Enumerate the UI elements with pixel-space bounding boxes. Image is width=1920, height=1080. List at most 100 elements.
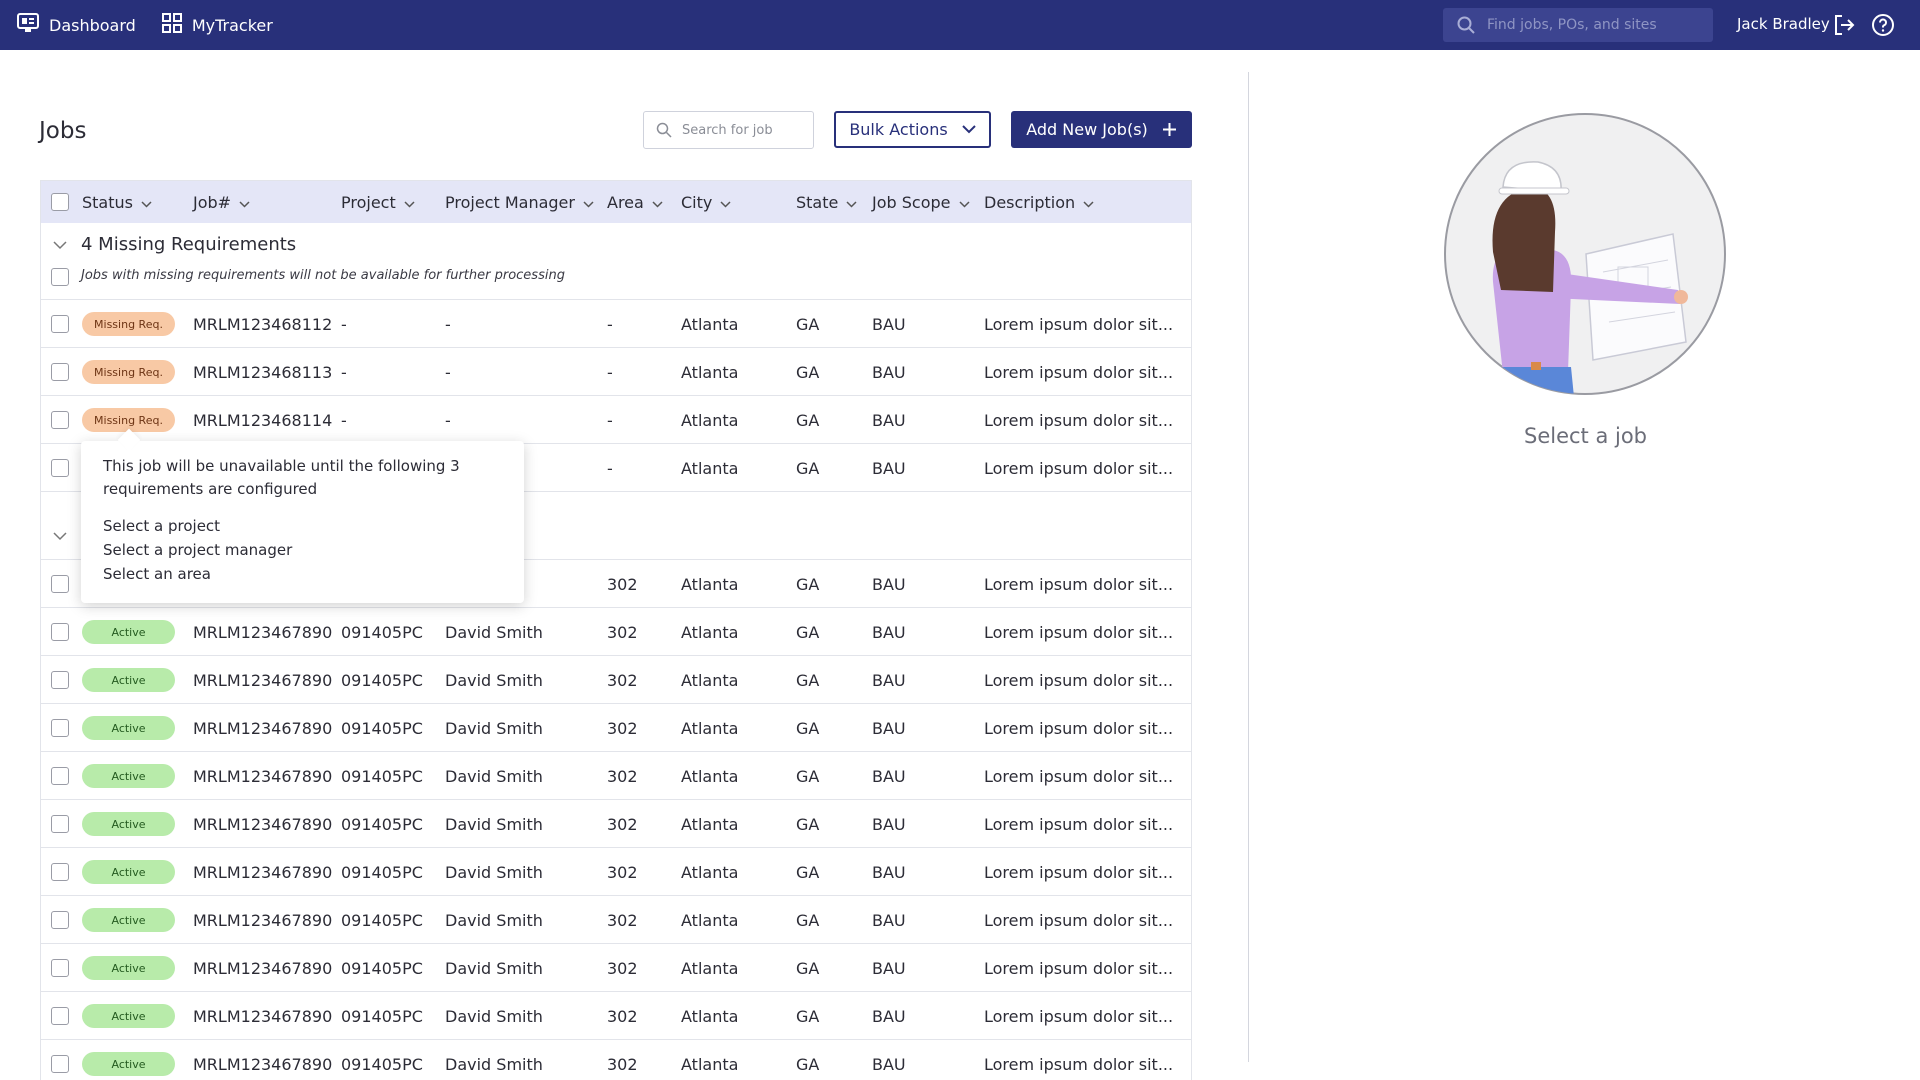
group-select-checkbox[interactable]	[51, 268, 69, 286]
table-row[interactable]: Active MRLM123467890 091405PC David Smith 30…	[41, 752, 1191, 800]
job-number-cell: MRLM123468112	[193, 314, 333, 334]
row-checkbox[interactable]	[51, 315, 69, 333]
status-badge[interactable]: Active	[82, 1052, 175, 1076]
job-number-cell: MRLM123467890	[193, 622, 333, 642]
chevron-down-icon[interactable]	[53, 532, 67, 541]
column-header-city[interactable]: City	[681, 181, 731, 223]
row-checkbox[interactable]	[51, 959, 69, 977]
chevron-down-icon[interactable]	[53, 241, 67, 250]
status-badge[interactable]: Missing Req.	[82, 360, 175, 384]
status-badge[interactable]: Active	[82, 620, 175, 644]
chevron-down-icon	[141, 193, 152, 212]
add-new-jobs-button[interactable]: Add New Job(s)	[1011, 111, 1192, 148]
project-manager-cell: David Smith	[445, 670, 543, 690]
table-row[interactable]: Missing Req. MRLM123468112- - - Atlanta GA BAU…	[41, 300, 1191, 348]
job-scope-cell: BAU	[872, 1054, 906, 1074]
nav-mytracker[interactable]: MyTracker	[161, 0, 273, 50]
project-manager-cell: -	[445, 410, 451, 430]
missing-requirements-tooltip: This job will be unavailable until the f…	[81, 441, 524, 603]
table-row[interactable]: Active MRLM123467890 091405PC David Smith 30…	[41, 848, 1191, 896]
row-checkbox[interactable]	[51, 575, 69, 593]
table-row[interactable]: Missing Req. MRLM123468113- - - Atlanta GA BAU…	[41, 348, 1191, 396]
job-number-cell: MRLM123467890	[193, 814, 333, 834]
table-row[interactable]: Missing Req. MRLM123468114- - - Atlanta GA BAU…	[41, 396, 1191, 444]
job-scope-cell: BAU	[872, 718, 906, 738]
logout-icon[interactable]	[1832, 13, 1856, 41]
row-checkbox[interactable]	[51, 911, 69, 929]
row-checkbox[interactable]	[51, 459, 69, 477]
job-number-cell: MRLM123467890	[193, 862, 333, 882]
state-cell: GA	[796, 314, 820, 334]
column-header-area[interactable]: Area	[607, 181, 663, 223]
description-cell: Lorem ipsum dolor sit...	[984, 766, 1174, 786]
nav-dashboard[interactable]: Dashboard	[17, 0, 136, 50]
table-row[interactable]: Active MRLM123467890 091405PC David Smith 30…	[41, 944, 1191, 992]
global-search-input[interactable]	[1487, 17, 1697, 33]
table-row[interactable]: Active MRLM123467890 091405PC David Smith 30…	[41, 992, 1191, 1040]
status-badge[interactable]: Active	[82, 860, 175, 884]
state-cell: GA	[796, 458, 820, 478]
status-badge[interactable]: Active	[82, 908, 175, 932]
area-cell: 302	[607, 814, 638, 834]
column-label: State	[796, 192, 839, 212]
table-row[interactable]: Active MRLM123467890 091405PC David Smith 30…	[41, 800, 1191, 848]
chevron-down-icon	[239, 193, 250, 212]
description-cell: Lorem ipsum dolor sit...	[984, 814, 1174, 834]
chevron-down-icon	[846, 193, 857, 212]
row-checkbox[interactable]	[51, 767, 69, 785]
table-row[interactable]: Active MRLM123467890 091405PC David Smith 30…	[41, 704, 1191, 752]
row-checkbox[interactable]	[51, 719, 69, 737]
table-header: Status Job# Project Project Manager Area…	[41, 181, 1191, 223]
city-cell: Atlanta	[681, 314, 739, 334]
job-number-cell: MRLM123468113	[193, 362, 333, 382]
status-badge[interactable]: Active	[82, 956, 175, 980]
select-all-checkbox[interactable]	[51, 193, 69, 211]
status-badge[interactable]: Active	[82, 1004, 175, 1028]
table-row[interactable]: Active MRLM123467890 091405PC David Smith 30…	[41, 608, 1191, 656]
column-header-status[interactable]: Status	[82, 181, 152, 223]
table-row[interactable]: Active MRLM123467890 091405PC David Smith 30…	[41, 1040, 1191, 1080]
column-label: Description	[984, 192, 1076, 212]
row-checkbox[interactable]	[51, 411, 69, 429]
column-label: Status	[82, 192, 133, 212]
state-cell: GA	[796, 1006, 820, 1026]
city-cell: Atlanta	[681, 718, 739, 738]
row-checkbox[interactable]	[51, 671, 69, 689]
job-scope-cell: BAU	[872, 670, 906, 690]
job-search[interactable]	[643, 111, 814, 149]
job-number-cell: MRLM123467890	[193, 1054, 333, 1074]
tooltip-item: Select an area	[103, 565, 211, 583]
status-badge[interactable]: Missing Req.	[82, 312, 175, 336]
row-checkbox[interactable]	[51, 623, 69, 641]
column-header-job[interactable]: Job#	[193, 181, 250, 223]
city-cell: Atlanta	[681, 458, 739, 478]
column-header-job-scope[interactable]: Job Scope	[872, 181, 970, 223]
column-header-project[interactable]: Project	[341, 181, 415, 223]
bulk-actions-button[interactable]: Bulk Actions	[834, 111, 991, 148]
help-icon[interactable]	[1871, 13, 1895, 41]
status-badge[interactable]: Active	[82, 668, 175, 692]
status-badge[interactable]: Active	[82, 716, 175, 740]
state-cell: GA	[796, 718, 820, 738]
table-row[interactable]: Active MRLM123467890 091405PC David Smith 30…	[41, 896, 1191, 944]
pane-divider	[1248, 72, 1249, 1062]
nav-dashboard-label: Dashboard	[49, 15, 136, 35]
row-checkbox[interactable]	[51, 863, 69, 881]
column-header-project-manager[interactable]: Project Manager	[445, 181, 594, 223]
job-search-input[interactable]	[682, 122, 802, 138]
column-label: Project Manager	[445, 192, 575, 212]
row-checkbox[interactable]	[51, 815, 69, 833]
column-header-description[interactable]: Description	[984, 181, 1094, 223]
table-row[interactable]: Active MRLM123467890 091405PC David Smith 30…	[41, 656, 1191, 704]
state-cell: GA	[796, 958, 820, 978]
status-badge[interactable]: Active	[82, 764, 175, 788]
nav-mytracker-label: MyTracker	[191, 15, 273, 35]
status-badge[interactable]: Active	[82, 812, 175, 836]
row-checkbox[interactable]	[51, 1007, 69, 1025]
global-search[interactable]	[1443, 8, 1713, 42]
row-checkbox[interactable]	[51, 1055, 69, 1073]
state-cell: GA	[796, 410, 820, 430]
chevron-down-icon	[583, 193, 594, 212]
column-header-state[interactable]: State	[796, 181, 857, 223]
row-checkbox[interactable]	[51, 363, 69, 381]
